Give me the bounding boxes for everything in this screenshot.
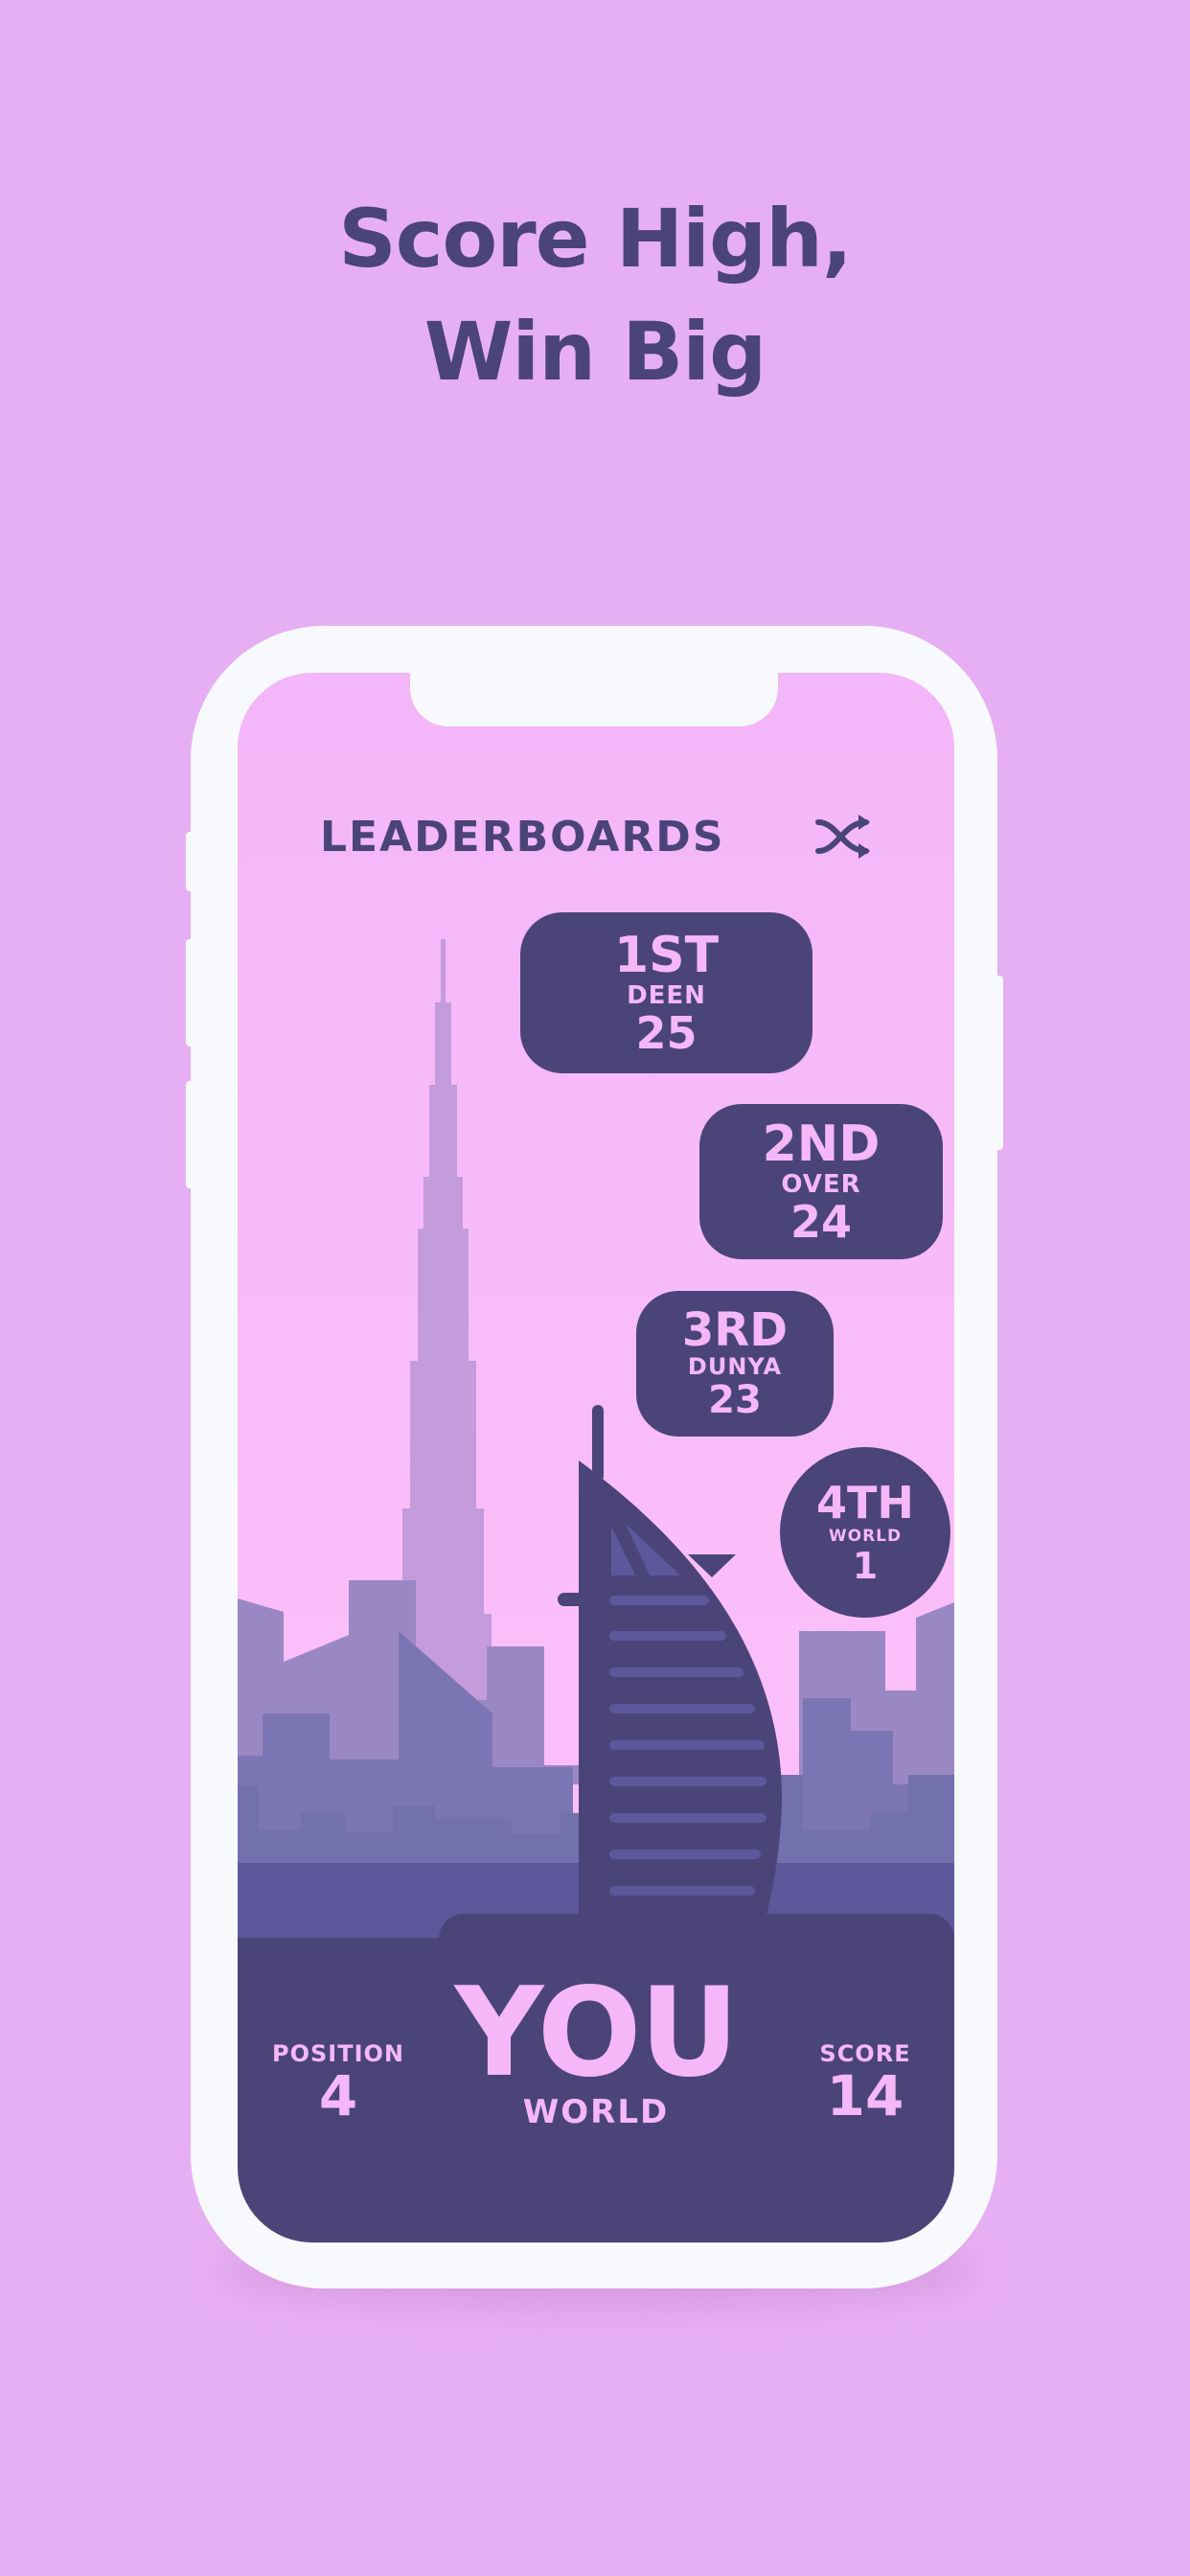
card-rank: 3RD (681, 1303, 789, 1357)
score-value: 14 (826, 2063, 904, 2128)
card-player-name: OVER (781, 1170, 861, 1199)
card-player-name: WORLD (828, 1527, 903, 1546)
card-rank: 1ST (613, 927, 720, 984)
position-stat: POSITION 4 (266, 2040, 410, 2125)
shuffle-icon[interactable] (814, 813, 874, 861)
headline-line-2: Win Big (423, 305, 767, 399)
promo-headline: Score High, Win Big (0, 182, 1190, 408)
phone-notch (410, 671, 778, 726)
card-score: 24 (790, 1196, 852, 1248)
phone-side-button-mute (186, 832, 194, 891)
headline-line-1: Score High, (338, 192, 853, 286)
card-player-name: DEEN (627, 981, 706, 1010)
leaderboard-card-1st[interactable]: 1ST DEEN 25 (520, 912, 812, 1073)
phone-side-button-power (995, 976, 1003, 1150)
leaderboards-title: LEADERBOARDS (320, 813, 725, 862)
card-rank: 4TH (816, 1477, 914, 1529)
phone-side-button-volume-down (186, 1081, 194, 1188)
score-stat: SCORE 14 (793, 2040, 937, 2125)
card-score: 25 (635, 1007, 698, 1059)
position-value: 4 (318, 2063, 358, 2128)
card-rank: 2ND (762, 1116, 881, 1173)
card-score: 1 (852, 1545, 879, 1587)
you-title: YOU (454, 1962, 740, 2104)
you-subtitle: WORLD (522, 2093, 670, 2131)
card-player-name: DUNYA (687, 1353, 783, 1380)
leaderboard-card-4th[interactable]: 4TH WORLD 1 (780, 1447, 950, 1618)
leaderboard-card-2nd[interactable]: 2ND OVER 24 (699, 1104, 943, 1259)
card-score: 23 (708, 1378, 762, 1422)
leaderboard-card-3rd[interactable]: 3RD DUNYA 23 (636, 1291, 834, 1437)
phone-side-button-volume-up (186, 939, 194, 1046)
app-screen: LEADERBOARDS 1ST DEEN 25 2ND OVER 24 3RD… (238, 673, 954, 2242)
